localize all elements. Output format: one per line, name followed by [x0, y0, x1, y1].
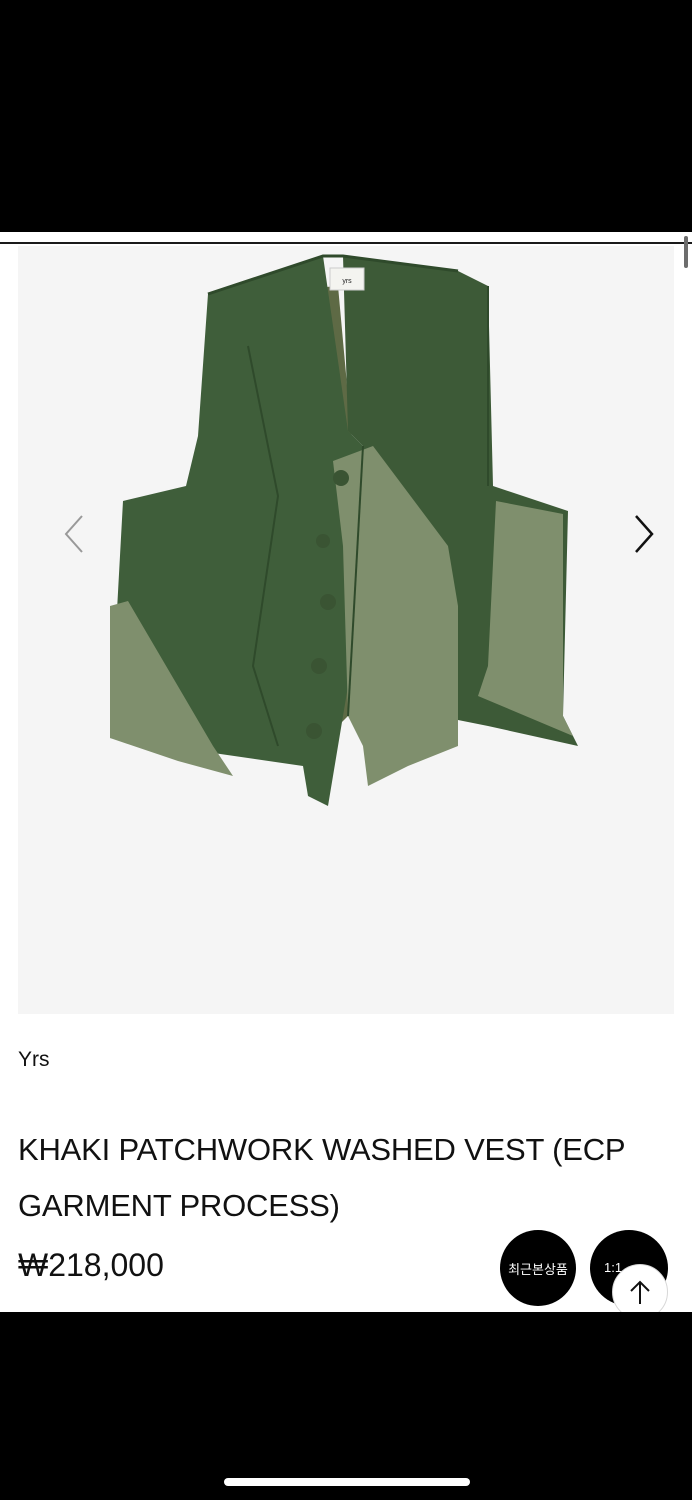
next-image-button[interactable]: [630, 504, 674, 564]
header-divider: [0, 242, 692, 244]
arrow-up-icon: [630, 1280, 650, 1304]
home-indicator[interactable]: [224, 1478, 470, 1486]
product-page: yrs Yrs KHAKI PATCHWORK WASHED VEST (ECP…: [0, 232, 692, 1312]
product-image: yrs: [110, 254, 578, 806]
vest-label-text: yrs: [342, 278, 352, 285]
status-bar-area: [0, 0, 692, 232]
chevron-left-icon: [64, 515, 83, 553]
product-image-gallery[interactable]: yrs: [18, 246, 674, 1014]
chevron-right-icon: [635, 515, 654, 553]
bottom-bar-area: [0, 1312, 692, 1500]
brand-name[interactable]: Yrs: [18, 1048, 50, 1072]
scroll-indicator[interactable]: [684, 236, 688, 268]
product-title: KHAKI PATCHWORK WASHED VEST (ECP GARMENT…: [18, 1132, 625, 1223]
recently-viewed-label: 최근본상품: [508, 1262, 568, 1278]
scroll-top-button[interactable]: [612, 1264, 668, 1312]
prev-image-button[interactable]: [54, 504, 98, 564]
recently-viewed-button[interactable]: 최근본상품: [500, 1230, 576, 1306]
product-price: ₩218,000: [18, 1247, 164, 1283]
